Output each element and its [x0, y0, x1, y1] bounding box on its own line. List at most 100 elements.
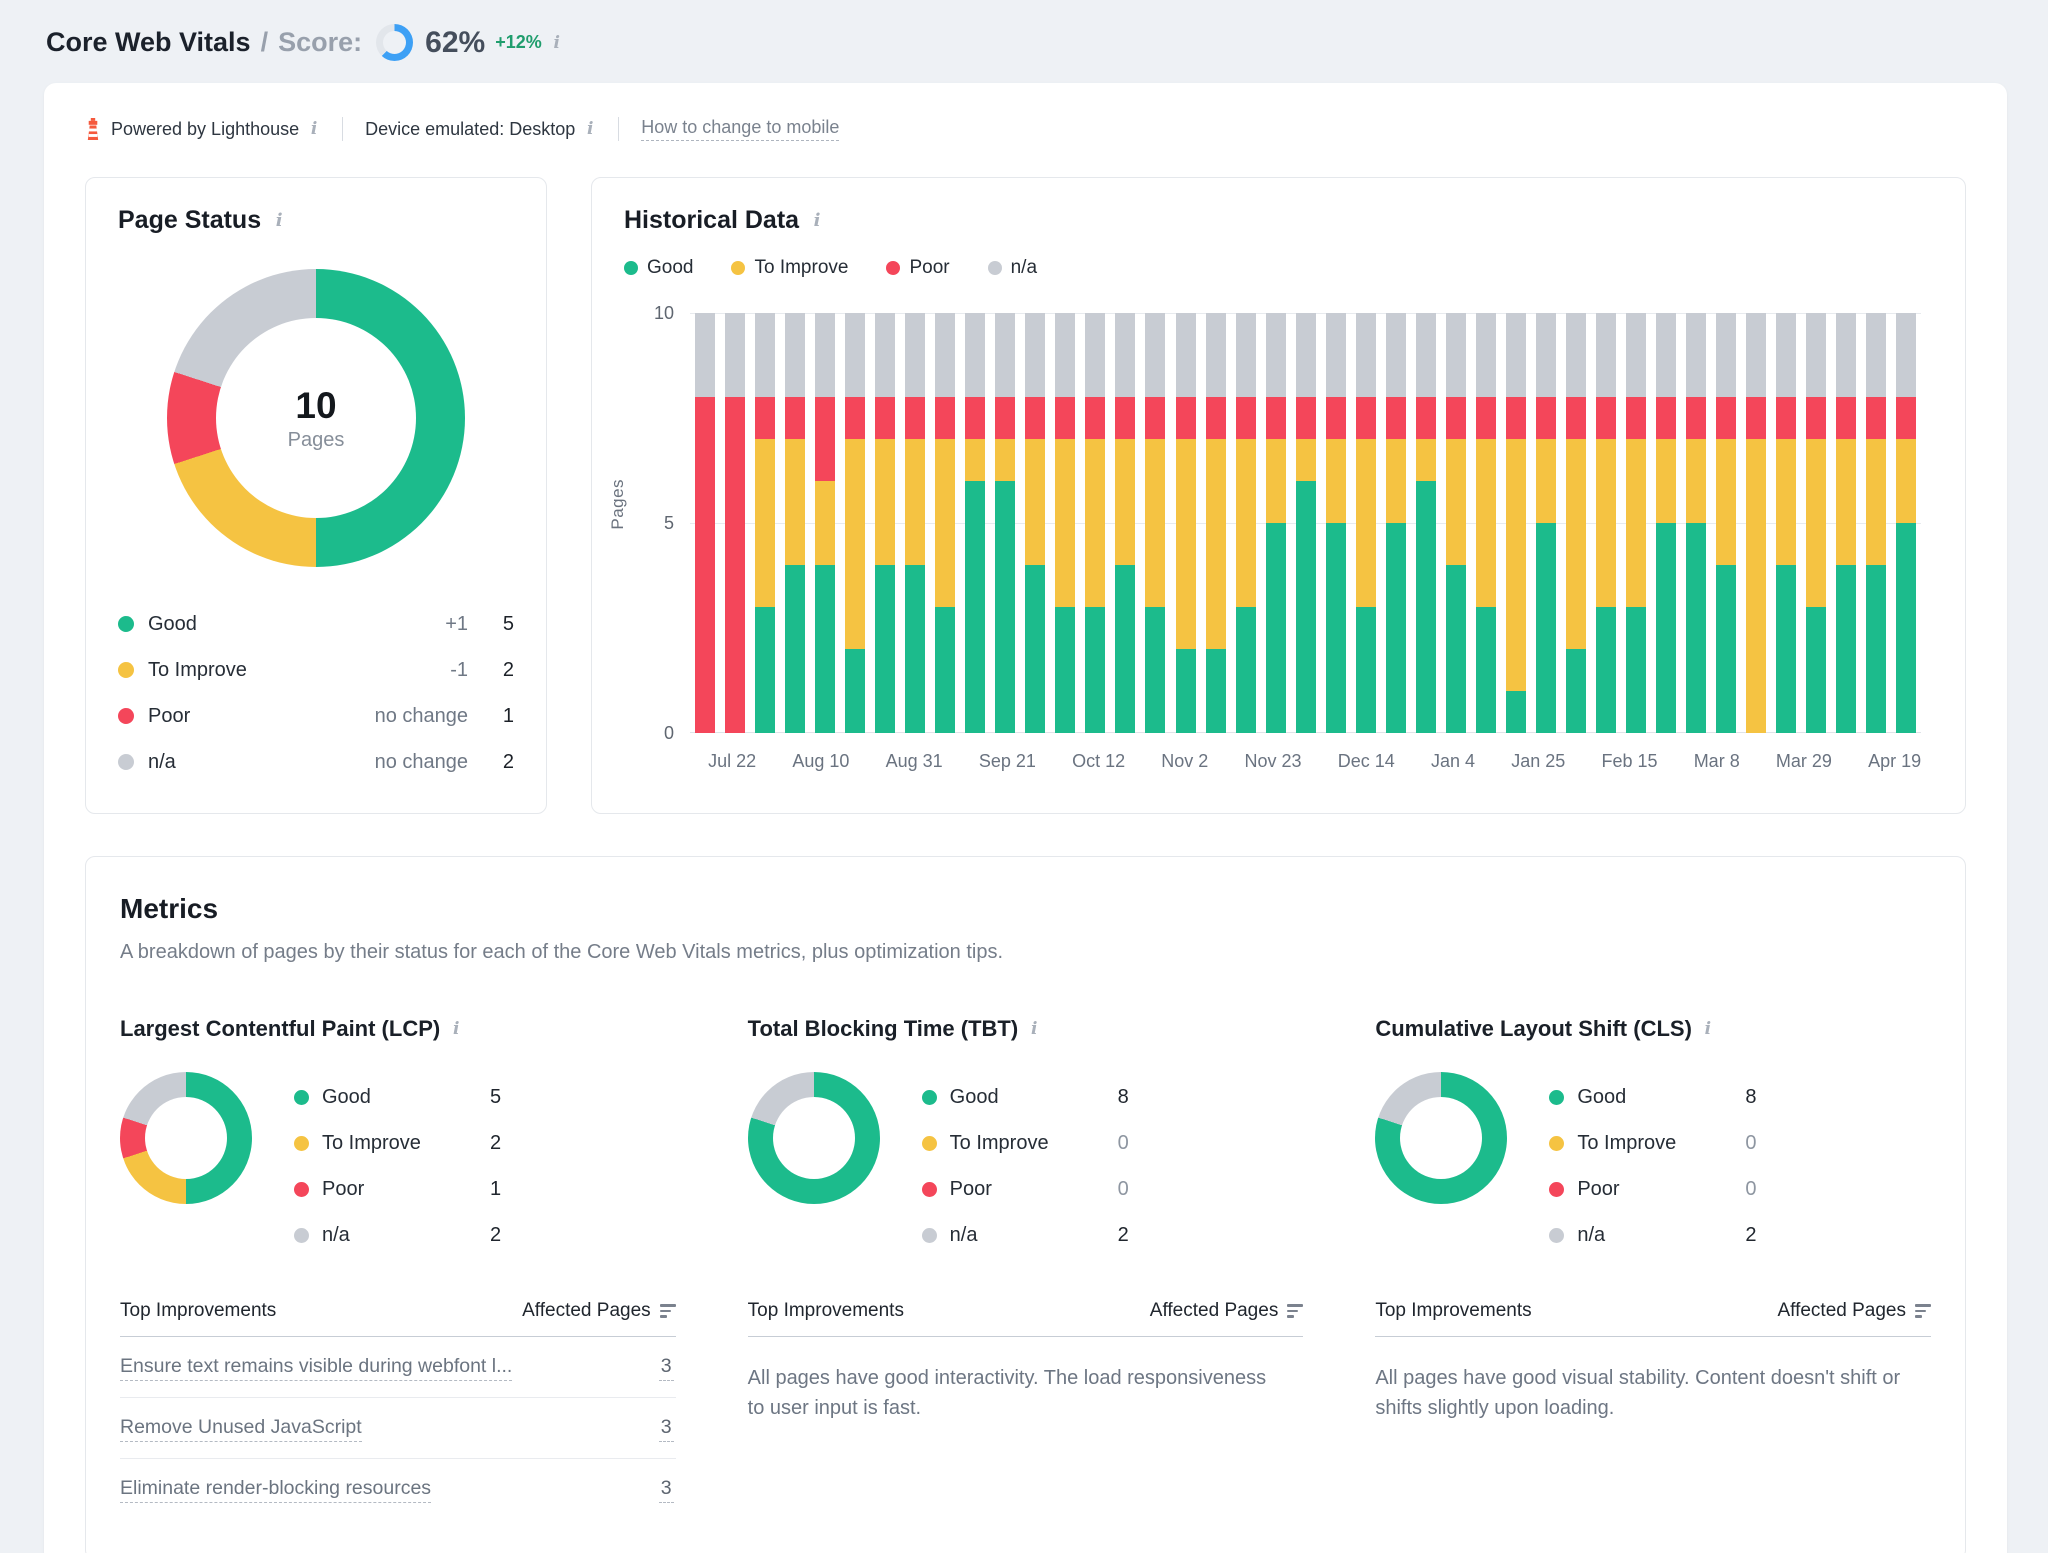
stacked-bar[interactable]: [1746, 313, 1766, 733]
stacked-bar[interactable]: [1356, 313, 1376, 733]
stacked-bar[interactable]: [1386, 313, 1406, 733]
stacked-bar[interactable]: [1836, 313, 1856, 733]
stacked-bar[interactable]: [1656, 313, 1676, 733]
metric-donut-chart[interactable]: [1375, 1072, 1507, 1204]
improvement-link[interactable]: Ensure text remains visible during webfo…: [120, 1355, 512, 1381]
stacked-bar[interactable]: [1176, 313, 1196, 733]
info-icon[interactable]: [308, 119, 320, 139]
stacked-bar[interactable]: [755, 313, 775, 733]
stacked-bar[interactable]: [1866, 313, 1886, 733]
stacked-bar[interactable]: [905, 313, 925, 733]
page-header: Core Web Vitals / Score: 62% +12%: [0, 0, 2048, 61]
info-icon[interactable]: [584, 119, 596, 139]
bar-segment-na: [1266, 313, 1286, 397]
bar-slot: [1861, 313, 1891, 733]
improve-dot-icon: [731, 261, 745, 275]
metric-donut-chart[interactable]: [748, 1072, 880, 1204]
improvement-row: Ensure text remains visible during webfo…: [120, 1337, 676, 1398]
device-emulated-label: Device emulated: Desktop: [365, 119, 575, 140]
stacked-bar[interactable]: [1266, 313, 1286, 733]
bar-segment-good: [1416, 481, 1436, 733]
stacked-bar[interactable]: [1716, 313, 1736, 733]
stacked-bar[interactable]: [1416, 313, 1436, 733]
stacked-bar[interactable]: [965, 313, 985, 733]
stacked-bar[interactable]: [1806, 313, 1826, 733]
divider: [618, 117, 619, 141]
bar-segment-improve: [1566, 439, 1586, 649]
top-improvements-table: Top ImprovementsAffected PagesAll pages …: [1375, 1300, 1931, 1423]
stacked-bar[interactable]: [1206, 313, 1226, 733]
stacked-bar[interactable]: [1145, 313, 1165, 733]
affected-pages-sort[interactable]: Affected Pages: [1150, 1300, 1304, 1322]
improvement-link[interactable]: Eliminate render-blocking resources: [120, 1477, 431, 1503]
stacked-bar[interactable]: [1896, 313, 1916, 733]
affected-pages-count[interactable]: 3: [659, 1477, 674, 1503]
metric-donut-chart[interactable]: [120, 1072, 252, 1204]
x-label-slot: [1565, 751, 1583, 777]
na-dot-icon: [294, 1228, 309, 1243]
bar-segment-improve: [1266, 439, 1286, 523]
bar-segment-na: [1776, 313, 1796, 397]
change-to-mobile-link[interactable]: How to change to mobile: [641, 117, 839, 141]
stacked-bar[interactable]: [725, 313, 745, 733]
y-tick-label: 5: [624, 513, 674, 534]
improve-dot-icon: [1549, 1136, 1564, 1151]
stacked-bar[interactable]: [875, 313, 895, 733]
page-status-legend-item: Good+15: [118, 601, 514, 647]
bar-segment-na: [1566, 313, 1586, 397]
bar-segment-good: [845, 649, 865, 733]
info-icon[interactable]: [1702, 1019, 1714, 1039]
affected-pages-count[interactable]: 3: [659, 1416, 674, 1442]
bar-segment-poor: [1386, 397, 1406, 439]
stacked-bar[interactable]: [935, 313, 955, 733]
stacked-bar[interactable]: [815, 313, 835, 733]
bar-segment-poor: [905, 397, 925, 439]
stacked-bar[interactable]: [1776, 313, 1796, 733]
stacked-bar[interactable]: [1085, 313, 1105, 733]
improvement-link[interactable]: Remove Unused JavaScript: [120, 1416, 362, 1442]
chart-legend-item: Poor: [886, 257, 949, 279]
stacked-bar[interactable]: [995, 313, 1015, 733]
info-icon[interactable]: [273, 210, 285, 231]
metric-legend-item: Good8: [922, 1074, 1304, 1120]
legend-value: 0: [1118, 1132, 1304, 1155]
bar-segment-na: [875, 313, 895, 397]
stacked-bar[interactable]: [1476, 313, 1496, 733]
stacked-bar[interactable]: [1115, 313, 1135, 733]
bar-segment-good: [1626, 607, 1646, 733]
page-status-donut-chart[interactable]: 10 Pages: [167, 269, 465, 567]
stacked-bar[interactable]: [1566, 313, 1586, 733]
bar-slot: [750, 313, 780, 733]
x-label-slot: [756, 751, 774, 777]
stacked-bar[interactable]: [1055, 313, 1075, 733]
info-icon[interactable]: [811, 210, 823, 231]
poor-dot-icon: [1549, 1182, 1564, 1197]
stacked-bar[interactable]: [1596, 313, 1616, 733]
bar-segment-poor: [1206, 397, 1226, 439]
affected-pages-count[interactable]: 3: [659, 1355, 674, 1381]
bar-segment-na: [995, 313, 1015, 397]
info-icon[interactable]: [450, 1019, 462, 1039]
stacked-bar[interactable]: [1536, 313, 1556, 733]
affected-pages-sort[interactable]: Affected Pages: [522, 1300, 676, 1322]
bar-slot: [1441, 313, 1471, 733]
x-tick-label: Mar 8: [1694, 751, 1740, 772]
good-dot-icon: [118, 616, 134, 632]
stacked-bar[interactable]: [1446, 313, 1466, 733]
stacked-bar[interactable]: [1296, 313, 1316, 733]
stacked-bar[interactable]: [1025, 313, 1045, 733]
stacked-bar[interactable]: [1236, 313, 1256, 733]
bar-segment-poor: [1626, 397, 1646, 439]
stacked-bar[interactable]: [695, 313, 715, 733]
bar-segment-poor: [1746, 397, 1766, 439]
info-icon[interactable]: [1028, 1019, 1040, 1039]
stacked-bar[interactable]: [1326, 313, 1346, 733]
stacked-bar[interactable]: [1506, 313, 1526, 733]
stacked-bar[interactable]: [845, 313, 865, 733]
stacked-bar[interactable]: [1686, 313, 1706, 733]
affected-pages-sort[interactable]: Affected Pages: [1777, 1300, 1931, 1322]
bar-slot: [1261, 313, 1291, 733]
info-icon[interactable]: [551, 33, 563, 53]
stacked-bar[interactable]: [1626, 313, 1646, 733]
stacked-bar[interactable]: [785, 313, 805, 733]
